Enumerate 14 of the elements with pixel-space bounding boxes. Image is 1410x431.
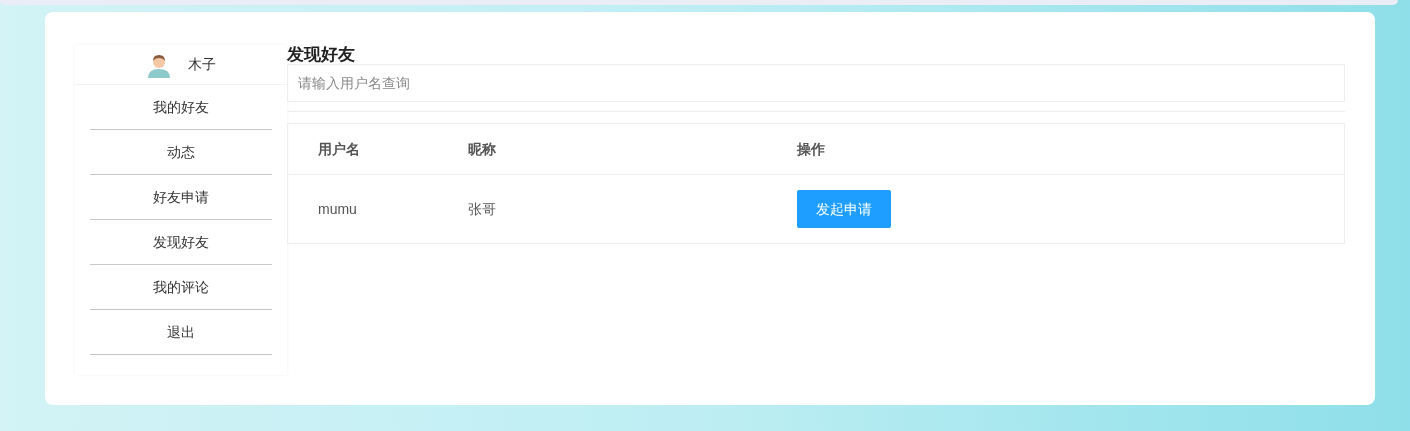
menu-item[interactable]: 我的好友 bbox=[90, 85, 272, 130]
search-field[interactable]: 请输入用户名查询 bbox=[287, 64, 1345, 102]
user-name: 木子 bbox=[188, 55, 216, 74]
table-cell: 张哥 bbox=[468, 200, 496, 217]
menu-item[interactable]: 退出 bbox=[90, 310, 272, 355]
table-cell: mumu bbox=[318, 200, 357, 217]
column-header: 操作 bbox=[797, 140, 825, 157]
menu-item[interactable]: 我的评论 bbox=[90, 265, 272, 310]
menu-item[interactable]: 动态 bbox=[90, 130, 272, 175]
column-header: 用户名 bbox=[318, 140, 360, 157]
column-header: 昵称 bbox=[468, 140, 496, 157]
menu-item[interactable]: 发现好友 bbox=[90, 220, 272, 265]
menu-item[interactable]: 好友申请 bbox=[90, 175, 272, 220]
page-title: 发现好友 bbox=[287, 45, 356, 64]
